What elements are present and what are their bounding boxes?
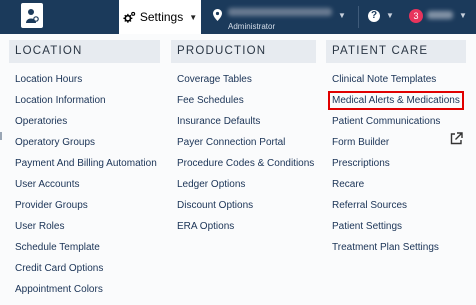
notification-badge[interactable]: 3 [409, 9, 423, 23]
menu-item-recare[interactable]: Recare [332, 174, 466, 195]
menu-item-operatories[interactable]: Operatories [15, 111, 160, 132]
menu-item-operatory-groups[interactable]: Operatory Groups [15, 132, 160, 153]
location-name-redacted[interactable] [228, 8, 332, 16]
menu-item-appointment-colors[interactable]: Appointment Colors [15, 279, 160, 300]
menu-item-credit-card-options[interactable]: Credit Card Options [15, 258, 160, 279]
menu-item-schedule-template[interactable]: Schedule Template [15, 237, 160, 258]
menu-item-referral-sources[interactable]: Referral Sources [332, 195, 466, 216]
patient-care-header: PATIENT CARE [326, 40, 466, 63]
menu-item-prescriptions[interactable]: Prescriptions [332, 153, 466, 174]
menu-item-fee-schedules[interactable]: Fee Schedules [177, 90, 316, 111]
location-role-label: Administrator [228, 22, 276, 31]
scroll-edge [0, 132, 2, 140]
menu-item-form-builder[interactable]: Form Builder [332, 132, 466, 153]
highlight-box: Medical Alerts & Medications [328, 91, 464, 110]
menu-item-era-options[interactable]: ERA Options [177, 216, 316, 237]
menu-item-ledger-options[interactable]: Ledger Options [177, 174, 316, 195]
menu-item-location-information[interactable]: Location Information [15, 90, 160, 111]
location-pin-icon [213, 9, 222, 21]
external-link-icon[interactable] [450, 132, 463, 145]
menu-item-user-roles[interactable]: User Roles [15, 216, 160, 237]
menu-item-user-accounts[interactable]: User Accounts [15, 174, 160, 195]
chevron-down-icon[interactable]: ▼ [386, 11, 394, 20]
chevron-down-icon[interactable]: ▼ [338, 11, 346, 20]
patient-care-column: PATIENT CARE Clinical Note Templates Med… [326, 40, 466, 258]
production-header: PRODUCTION [171, 40, 316, 63]
menu-item-payer-connection-portal[interactable]: Payer Connection Portal [177, 132, 316, 153]
user-name-redacted[interactable] [427, 11, 453, 19]
menu-item-provider-groups[interactable]: Provider Groups [15, 195, 160, 216]
menu-item-medical-alerts-medications[interactable]: Medical Alerts & Medications [328, 90, 466, 111]
menu-item-patient-settings[interactable]: Patient Settings [332, 216, 466, 237]
menu-item-location-hours[interactable]: Location Hours [15, 69, 160, 90]
menu-item-patient-communications[interactable]: Patient Communications [332, 111, 466, 132]
divider [358, 6, 359, 28]
chevron-down-icon: ▼ [189, 12, 198, 22]
chevron-down-icon[interactable]: ▼ [459, 11, 467, 20]
settings-label: Settings [139, 10, 184, 24]
help-icon[interactable]: ? [368, 10, 380, 22]
menu-item-insurance-defaults[interactable]: Insurance Defaults [177, 111, 316, 132]
user-admin-button[interactable] [21, 3, 43, 28]
menu-item-coverage-tables[interactable]: Coverage Tables [177, 69, 316, 90]
location-header: LOCATION [9, 40, 160, 63]
settings-dropdown-menu: LOCATION Location Hours Location Informa… [0, 34, 476, 305]
menu-item-payment-billing-automation[interactable]: Payment And Billing Automation [15, 153, 160, 174]
user-gear-icon [26, 8, 39, 23]
gears-icon [123, 11, 136, 23]
menu-item-clinical-note-templates[interactable]: Clinical Note Templates [332, 69, 466, 90]
menu-item-discount-options[interactable]: Discount Options [177, 195, 316, 216]
top-navigation-bar: Settings ▼ Administrator ▼ ? ▼ 3 ▼ [0, 0, 476, 34]
production-column: PRODUCTION Coverage Tables Fee Schedules… [171, 40, 316, 237]
menu-item-treatment-plan-settings[interactable]: Treatment Plan Settings [332, 237, 466, 258]
menu-item-procedure-codes-conditions[interactable]: Procedure Codes & Conditions [177, 153, 316, 174]
settings-menu-button[interactable]: Settings ▼ [119, 0, 201, 34]
location-column: LOCATION Location Hours Location Informa… [9, 40, 160, 300]
